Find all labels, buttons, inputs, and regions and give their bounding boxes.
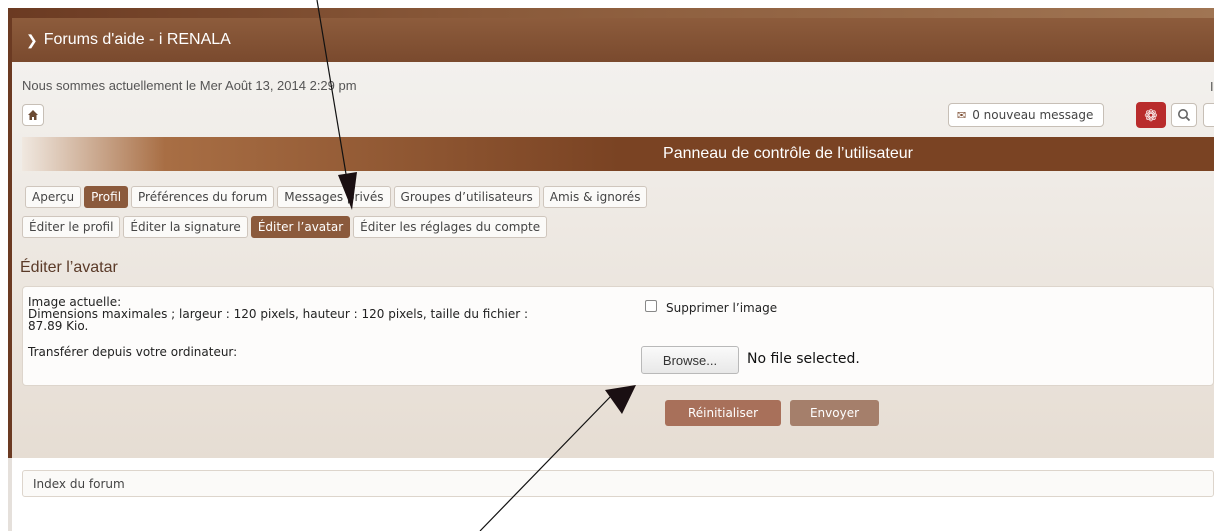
arrow-pointer-bottom bbox=[479, 385, 636, 531]
annotation-arrows bbox=[316, 0, 636, 531]
arrow-pointer-top bbox=[316, 0, 357, 210]
